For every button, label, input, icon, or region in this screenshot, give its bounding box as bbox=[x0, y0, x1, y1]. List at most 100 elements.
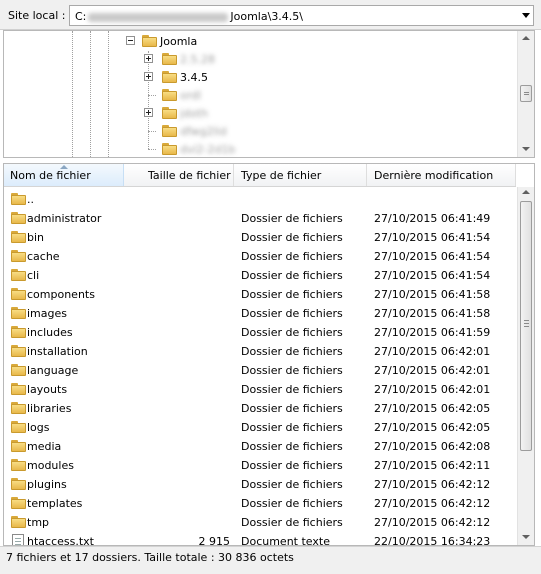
file-modified-cell: 27/10/2015 06:42:05 bbox=[374, 402, 491, 415]
tree-connector bbox=[148, 131, 156, 132]
file-type-cell: Dossier de fichiers bbox=[241, 212, 343, 225]
file-type-cell: Dossier de fichiers bbox=[241, 326, 343, 339]
file-list-row[interactable]: cache Dossier de fichiers 27/10/2015 06:41… bbox=[4, 247, 516, 266]
file-modified-cell: 22/10/2015 16:34:23 bbox=[374, 535, 491, 546]
folder-icon bbox=[162, 53, 177, 65]
file-list-row[interactable]: includes Dossier de fichiers 27/10/2015 06… bbox=[4, 323, 516, 342]
file-list-scrollbar[interactable] bbox=[517, 187, 534, 545]
path-prefix: C: bbox=[75, 10, 87, 23]
tree-item[interactable]: 2.5.28 bbox=[4, 50, 514, 68]
tree-item-label: ordl bbox=[180, 89, 202, 102]
file-modified-cell: 27/10/2015 06:41:49 bbox=[374, 212, 491, 225]
file-type-cell: Dossier de fichiers bbox=[241, 345, 343, 358]
scroll-down-arrow-icon[interactable] bbox=[522, 147, 530, 151]
tree-item[interactable]: jdoth bbox=[4, 104, 514, 122]
folder-icon bbox=[162, 71, 177, 83]
scroll-up-arrow-icon[interactable] bbox=[522, 190, 530, 194]
scroll-up-arrow-icon[interactable] bbox=[522, 36, 530, 40]
file-type-cell: Dossier de fichiers bbox=[241, 459, 343, 472]
file-list-row[interactable]: tmp Dossier de fichiers 27/10/2015 06:42:1… bbox=[4, 513, 516, 532]
file-name-cell: templates bbox=[27, 497, 83, 510]
file-list-row[interactable]: templates Dossier de fichiers 27/10/2015 0… bbox=[4, 494, 516, 513]
scrollbar-thumb[interactable] bbox=[520, 201, 532, 451]
file-name-cell: modules bbox=[27, 459, 74, 472]
collapse-minus-icon[interactable] bbox=[126, 36, 135, 45]
file-list-row[interactable]: .. bbox=[4, 190, 516, 209]
file-list-row[interactable]: logs Dossier de fichiers 27/10/2015 06:42:… bbox=[4, 418, 516, 437]
file-list-row[interactable]: media Dossier de fichiers 27/10/2015 06:42… bbox=[4, 437, 516, 456]
file-list-row[interactable]: images Dossier de fichiers 27/10/2015 06:4… bbox=[4, 304, 516, 323]
expand-plus-icon[interactable] bbox=[144, 54, 153, 63]
file-type-cell: Dossier de fichiers bbox=[241, 231, 343, 244]
file-modified-cell: 27/10/2015 06:42:08 bbox=[374, 440, 491, 453]
tree-scrollbar[interactable] bbox=[517, 31, 534, 157]
file-name-cell: bin bbox=[27, 231, 45, 244]
file-list-row[interactable]: language Dossier de fichiers 27/10/2015 06… bbox=[4, 361, 516, 380]
text-file-icon bbox=[12, 534, 24, 545]
tree-item[interactable]: 3.4.5 bbox=[4, 68, 514, 86]
tree-item[interactable]: dfwg2lid bbox=[4, 122, 514, 140]
file-modified-cell: 27/10/2015 06:42:01 bbox=[374, 383, 491, 396]
file-type-cell: Dossier de fichiers bbox=[241, 250, 343, 263]
folder-icon bbox=[11, 516, 26, 528]
file-name-cell: cli bbox=[27, 269, 40, 282]
folder-icon bbox=[162, 143, 177, 155]
column-type-label: Type de fichier bbox=[241, 169, 322, 182]
file-list-row[interactable]: plugins Dossier de fichiers 27/10/2015 06:… bbox=[4, 475, 516, 494]
expand-plus-icon[interactable] bbox=[144, 108, 153, 117]
file-list-row[interactable]: htaccess.txt 2 915 Document texte 22/10/201… bbox=[4, 532, 516, 546]
column-header-type[interactable]: Type de fichier bbox=[234, 164, 367, 186]
local-directory-tree[interactable]: Joomla 2.5.28 3.4.5 ordl jdoth dfwg2lid dvi2-2… bbox=[3, 30, 535, 158]
file-name-cell: tmp bbox=[27, 516, 50, 529]
file-list-row[interactable]: installation Dossier de fichiers 27/10/201… bbox=[4, 342, 516, 361]
tree-item[interactable]: Joomla bbox=[4, 32, 514, 50]
local-path-combobox[interactable]: C: Joomla\3.4.5\ bbox=[69, 5, 534, 26]
tree-item[interactable]: dvi2-2d1b bbox=[4, 140, 514, 157]
sort-ascending-icon bbox=[60, 165, 68, 169]
tree-item[interactable]: ordl bbox=[4, 86, 514, 104]
file-list-row[interactable]: bin Dossier de fichiers 27/10/2015 06:41:5… bbox=[4, 228, 516, 247]
column-header-size[interactable]: Taille de fichier bbox=[124, 164, 234, 186]
local-path-value[interactable]: C: Joomla\3.4.5\ bbox=[75, 10, 303, 23]
folder-icon bbox=[162, 107, 177, 119]
file-list-row[interactable]: modules Dossier de fichiers 27/10/2015 06:… bbox=[4, 456, 516, 475]
file-modified-cell: 27/10/2015 06:42:12 bbox=[374, 478, 491, 491]
path-suffix: Joomla\3.4.5\ bbox=[230, 10, 304, 23]
file-list-row[interactable]: layouts Dossier de fichiers 27/10/2015 06:… bbox=[4, 380, 516, 399]
column-header-modified[interactable]: Dernière modification bbox=[367, 164, 516, 186]
local-file-list[interactable]: Nom de fichier Taille de fichier Type de… bbox=[3, 163, 535, 546]
scroll-down-arrow-icon[interactable] bbox=[522, 535, 530, 539]
file-name-cell: .. bbox=[27, 193, 34, 206]
local-site-label: Site local : bbox=[8, 9, 66, 22]
folder-icon bbox=[11, 383, 26, 395]
file-modified-cell: 27/10/2015 06:42:01 bbox=[374, 364, 491, 377]
chevron-down-icon[interactable] bbox=[522, 13, 530, 18]
column-modified-label: Dernière modification bbox=[374, 169, 494, 182]
file-list-row[interactable]: libraries Dossier de fichiers 27/10/2015 0… bbox=[4, 399, 516, 418]
file-name-cell: logs bbox=[27, 421, 50, 434]
file-list-row[interactable]: cli Dossier de fichiers 27/10/2015 06:41:5… bbox=[4, 266, 516, 285]
expand-plus-icon[interactable] bbox=[144, 72, 153, 81]
file-list-header: Nom de fichier Taille de fichier Type de… bbox=[4, 164, 516, 187]
file-name-cell: plugins bbox=[27, 478, 67, 491]
tree-item-label: dvi2-2d1b bbox=[180, 143, 236, 156]
file-type-cell: Dossier de fichiers bbox=[241, 288, 343, 301]
tree-item-label: Joomla bbox=[160, 35, 198, 48]
file-type-cell: Dossier de fichiers bbox=[241, 269, 343, 282]
folder-icon bbox=[11, 212, 26, 224]
folder-icon bbox=[142, 35, 157, 47]
file-modified-cell: 27/10/2015 06:41:54 bbox=[374, 231, 491, 244]
column-header-name[interactable]: Nom de fichier bbox=[4, 164, 124, 186]
file-type-cell: Dossier de fichiers bbox=[241, 402, 343, 415]
folder-icon bbox=[11, 364, 26, 376]
file-modified-cell: 27/10/2015 06:41:54 bbox=[374, 250, 491, 263]
folder-icon bbox=[162, 125, 177, 137]
file-list-row[interactable]: administrator Dossier de fichiers 27/10/20… bbox=[4, 209, 516, 228]
tree-item-label: jdoth bbox=[180, 107, 209, 120]
file-type-cell: Document texte bbox=[241, 535, 330, 546]
file-name-cell: layouts bbox=[27, 383, 68, 396]
file-list-row[interactable]: components Dossier de fichiers 27/10/2015 … bbox=[4, 285, 516, 304]
scrollbar-thumb[interactable] bbox=[520, 85, 532, 102]
status-bar: 7 fichiers et 17 dossiers. Taille totale… bbox=[0, 546, 541, 574]
file-type-cell: Dossier de fichiers bbox=[241, 497, 343, 510]
